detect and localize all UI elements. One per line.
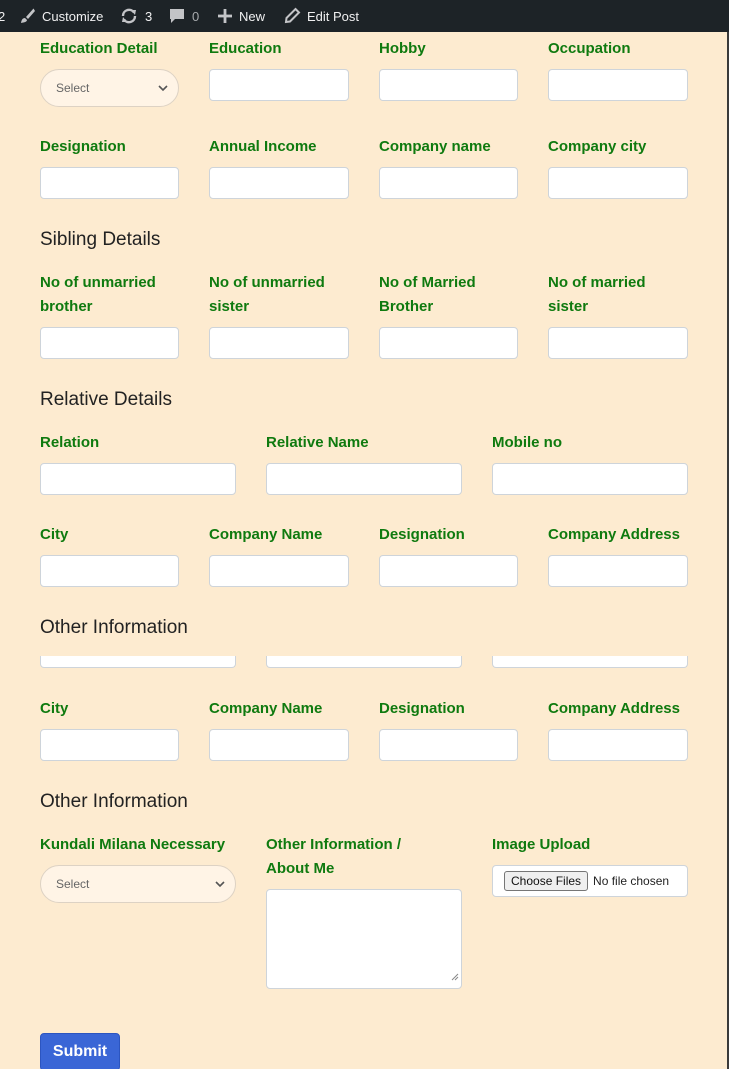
choose-files-button[interactable]: Choose Files <box>504 871 589 891</box>
other-information-heading: Other Information <box>40 791 188 812</box>
relative-details-heading: Relative Details <box>40 389 172 410</box>
relative-name-label: Relative Name <box>266 434 369 451</box>
designation-input[interactable] <box>40 167 179 199</box>
mobile-label: Mobile no <box>492 434 562 451</box>
partial-input-1[interactable] <box>40 656 236 668</box>
dup-designation-input[interactable] <box>379 729 518 761</box>
paintbrush-icon <box>18 7 36 25</box>
admin-bar-edge[interactable]: 2 <box>0 0 5 32</box>
partial-input-2[interactable] <box>266 656 462 668</box>
new-label: New <box>239 8 266 24</box>
relative-city-input[interactable] <box>40 555 179 587</box>
relation-input[interactable] <box>40 463 236 495</box>
education-detail-value: Select <box>56 81 90 95</box>
chevron-down-icon <box>214 878 226 893</box>
married-sister-label-line2: sister <box>548 298 589 315</box>
partial-input-3[interactable] <box>492 656 688 668</box>
about-label-line2: About Me <box>266 860 335 877</box>
education-detail-label: Education Detail <box>40 40 158 57</box>
customize-label: Customize <box>42 8 104 24</box>
unmarried-sister-input[interactable] <box>209 327 349 359</box>
comment-icon <box>168 7 186 25</box>
updates-count: 3 <box>145 8 153 24</box>
company-name-label: Company name <box>379 138 491 155</box>
education-label: Education <box>209 40 282 57</box>
relation-label: Relation <box>40 434 100 451</box>
admin-bar-edge-text: 2 <box>0 8 6 24</box>
designation-label: Designation <box>40 138 126 155</box>
sibling-details-heading: Sibling Details <box>40 229 161 250</box>
kundali-value: Select <box>56 877 90 891</box>
image-upload-label: Image Upload <box>492 836 591 853</box>
comments-link[interactable]: 0 <box>168 0 199 32</box>
kundali-label: Kundali Milana Necessary <box>40 836 226 853</box>
dup-city-label: City <box>40 700 69 717</box>
married-brother-label-line2: Brother <box>379 298 434 315</box>
unmarried-sister-label-line1: No of unmarried <box>209 274 325 291</box>
married-brother-label-line1: No of Married <box>379 274 476 291</box>
submit-button[interactable]: Submit <box>40 1033 120 1069</box>
hobby-input[interactable] <box>379 69 518 101</box>
plus-icon <box>217 8 233 24</box>
married-sister-label-line1: No of married <box>548 274 646 291</box>
dup-company-address-label: Company Address <box>548 700 680 717</box>
updates-link[interactable]: 3 <box>119 0 152 32</box>
relative-designation-label: Designation <box>379 526 465 543</box>
pencil-icon <box>283 7 301 25</box>
unmarried-sister-label-line2: sister <box>209 298 250 315</box>
occupation-input[interactable] <box>548 69 688 101</box>
no-file-status: No file chosen <box>593 874 670 888</box>
relative-company-name-label: Company Name <box>209 526 323 543</box>
company-city-input[interactable] <box>548 167 688 199</box>
dup-company-address-input[interactable] <box>548 729 688 761</box>
company-name-input[interactable] <box>379 167 518 199</box>
new-link[interactable]: New <box>217 0 265 32</box>
other-information-heading-duplicate: Other Information <box>40 617 188 638</box>
about-me-textarea[interactable] <box>266 889 462 989</box>
education-detail-select[interactable]: Select <box>40 69 179 107</box>
dup-company-name-label: Company Name <box>209 700 323 717</box>
married-brother-input[interactable] <box>379 327 518 359</box>
mobile-input[interactable] <box>492 463 688 495</box>
annual-income-label: Annual Income <box>209 138 317 155</box>
edit-post-link[interactable]: Edit Post <box>283 0 359 32</box>
relative-company-address-input[interactable] <box>548 555 688 587</box>
relative-city-label: City <box>40 526 69 543</box>
kundali-select[interactable]: Select <box>40 865 236 903</box>
relative-company-name-input[interactable] <box>209 555 349 587</box>
about-label-line1: Other Information / <box>266 836 401 853</box>
company-city-label: Company city <box>548 138 647 155</box>
image-upload-input[interactable]: Choose Files No file chosen <box>492 865 688 897</box>
relative-name-input[interactable] <box>266 463 462 495</box>
dup-designation-label: Designation <box>379 700 465 717</box>
updates-icon <box>119 7 139 25</box>
edit-post-label: Edit Post <box>307 8 360 24</box>
occupation-label: Occupation <box>548 40 631 57</box>
comments-count: 0 <box>192 8 200 24</box>
unmarried-brother-input[interactable] <box>40 327 179 359</box>
resize-grip-icon[interactable] <box>450 968 459 986</box>
hobby-label: Hobby <box>379 40 426 57</box>
married-sister-input[interactable] <box>548 327 688 359</box>
chevron-down-icon <box>157 82 169 97</box>
annual-income-input[interactable] <box>209 167 349 199</box>
unmarried-brother-label-line2: brother <box>40 298 93 315</box>
unmarried-brother-label-line1: No of unmarried <box>40 274 156 291</box>
dup-company-name-input[interactable] <box>209 729 349 761</box>
relative-designation-input[interactable] <box>379 555 518 587</box>
dup-city-input[interactable] <box>40 729 179 761</box>
admin-bar: 2 Customize 3 0 New Edit Post <box>0 0 729 32</box>
education-input[interactable] <box>209 69 349 101</box>
customize-link[interactable]: Customize <box>18 0 103 32</box>
relative-company-address-label: Company Address <box>548 526 680 543</box>
